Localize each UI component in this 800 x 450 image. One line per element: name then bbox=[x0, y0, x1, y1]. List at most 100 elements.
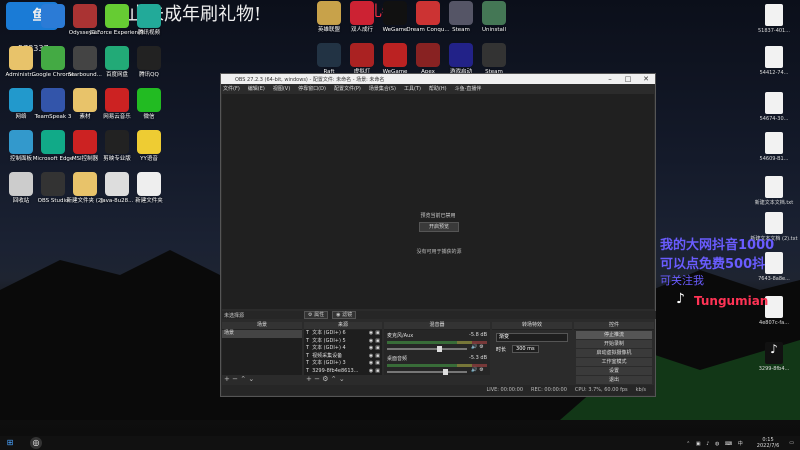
overlay-line-2: 可以点免费500抖 bbox=[660, 257, 766, 272]
desktop-icon-label: YY语音 bbox=[140, 156, 158, 162]
lock-icon[interactable]: ▣ bbox=[375, 353, 380, 361]
file-icon bbox=[765, 176, 783, 198]
menu-item[interactable]: 工具(T) bbox=[404, 85, 421, 92]
file-icon bbox=[765, 212, 783, 234]
scenes-dock: 场景 场景 + − ⌃ ⌄ bbox=[222, 322, 302, 384]
taskbar: ⊞ ◎ ⌃ ▣ ♪ ◍ ⌨ 中 0:15 2022/7/6 ▭ bbox=[0, 436, 800, 450]
lock-icon[interactable]: ▣ bbox=[375, 360, 380, 368]
preview-disabled-text: 预览当前已禁用 bbox=[420, 213, 456, 219]
control-button[interactable]: 工作室模式 bbox=[576, 358, 652, 366]
gear-icon[interactable]: ⚙ bbox=[322, 375, 328, 383]
source-item[interactable]: T 3299-8fb4e8613... ◉ ▣ bbox=[304, 368, 382, 376]
eye-icon[interactable]: ◉ bbox=[369, 345, 373, 353]
menu-item[interactable]: 场景集合(S) bbox=[369, 85, 396, 92]
obs-preview[interactable]: 预览当前已禁用 开启预览 没有可用于捕获的源 bbox=[222, 94, 654, 309]
eye-icon[interactable]: ◉ bbox=[369, 338, 373, 346]
control-button[interactable]: 开始录制 bbox=[576, 340, 652, 348]
control-button[interactable]: 启动虚拟摄像机 bbox=[576, 349, 652, 357]
filters-button[interactable]: ◉ 滤镜 bbox=[332, 311, 357, 319]
file-icon bbox=[765, 252, 783, 274]
lock-icon[interactable]: ▣ bbox=[375, 368, 380, 376]
obs-window: OBS 27.2.3 (64-bit, windows) - 配置文件: 未命名… bbox=[220, 73, 656, 397]
desktop-file-icon[interactable]: 新建文本文档.txt bbox=[750, 176, 798, 207]
desktop-file-icon[interactable]: 54412-74... bbox=[750, 46, 798, 77]
source-item[interactable]: T 文本 (GDI+) 6 ◉ ▣ bbox=[304, 330, 382, 338]
menu-item[interactable]: 编辑(E) bbox=[248, 85, 265, 92]
remove-icon[interactable]: − bbox=[314, 375, 320, 383]
file-icon bbox=[765, 4, 783, 26]
desktop-icon-video[interactable]: 腾讯视频 bbox=[120, 4, 178, 37]
gear-icon[interactable]: ⚙ bbox=[479, 344, 483, 350]
down-icon[interactable]: ⌄ bbox=[339, 375, 345, 383]
maximize-icon[interactable]: □ bbox=[619, 74, 637, 84]
volume-slider[interactable] bbox=[387, 345, 467, 352]
up-icon[interactable]: ⌃ bbox=[240, 375, 246, 383]
speaker-icon[interactable]: 🔊 bbox=[471, 344, 477, 350]
transitions-dock: 转场特效 渐变 时长 300 ms bbox=[492, 322, 572, 384]
desktop-file-icon[interactable]: ♪ 3299-8fb4... bbox=[750, 342, 798, 373]
desktop-icon-wechat[interactable]: 微信 bbox=[120, 88, 178, 121]
desktop-icon-qq[interactable]: 腾讯QQ bbox=[120, 46, 178, 79]
desktop-icon-top[interactable]: Steam bbox=[470, 43, 518, 76]
scenes-title: 场景 bbox=[222, 322, 302, 330]
source-item[interactable]: T 文本 (GDI+) 3 ◉ ▣ bbox=[304, 360, 382, 368]
gear-icon[interactable]: ⚙ bbox=[479, 367, 483, 373]
desktop-file-icon[interactable]: 54674-30... bbox=[750, 92, 798, 123]
minimize-icon[interactable]: – bbox=[601, 74, 619, 84]
cpu-status: CPU: 3.7%, 60.00 fps bbox=[574, 387, 628, 393]
overlay-line-3: 可关注我 bbox=[660, 274, 704, 287]
control-button[interactable]: 停止推流 bbox=[576, 331, 652, 339]
obs-taskbar-icon[interactable]: ◎ bbox=[30, 437, 42, 449]
close-icon[interactable]: ✕ bbox=[637, 74, 655, 84]
control-button[interactable]: 设置 bbox=[576, 367, 652, 375]
tray-icons[interactable]: ⌃ ▣ ♪ ◍ ⌨ 中 bbox=[686, 440, 745, 447]
menu-item[interactable]: 斗鱼-直播伴 bbox=[455, 85, 482, 92]
up-icon[interactable]: ⌃ bbox=[331, 375, 337, 383]
start-icon[interactable]: ⊞ bbox=[4, 437, 16, 449]
down-icon[interactable]: ⌄ bbox=[248, 375, 254, 383]
text-source-icon: T bbox=[306, 330, 310, 336]
menu-item[interactable]: 帮助(H) bbox=[429, 85, 447, 92]
lock-icon[interactable]: ▣ bbox=[375, 330, 380, 338]
obs-menubar: 文件(F) 编辑(E) 视图(V) 停靠窗口(D) 配置文件(P) 场景集合(S) 工具(T… bbox=[221, 84, 655, 93]
duration-input[interactable]: 300 ms bbox=[512, 345, 539, 353]
rec-status: REC: 00:00:00 bbox=[531, 387, 567, 393]
desktop-file-icon[interactable]: 51837-401... bbox=[750, 4, 798, 35]
transition-select[interactable]: 渐变 bbox=[496, 333, 568, 342]
eye-icon[interactable]: ◉ bbox=[369, 360, 373, 368]
duration-label: 时长 bbox=[496, 346, 507, 353]
menu-item[interactable]: 配置文件(P) bbox=[334, 85, 361, 92]
notification-icon[interactable]: ▭ bbox=[789, 440, 794, 446]
lock-icon[interactable]: ▣ bbox=[375, 345, 380, 353]
remove-icon[interactable]: − bbox=[232, 375, 238, 383]
volume-meter bbox=[387, 341, 487, 344]
obs-titlebar[interactable]: OBS 27.2.3 (64-bit, windows) - 配置文件: 未命名… bbox=[221, 74, 655, 84]
lock-icon[interactable]: ▣ bbox=[375, 338, 380, 346]
desktop-icon-label: 微信 bbox=[143, 114, 155, 120]
properties-button[interactable]: ⚙ 属性 bbox=[304, 311, 329, 319]
desktop-icon-yy[interactable]: YY语音 bbox=[120, 130, 178, 163]
add-icon[interactable]: + bbox=[224, 375, 230, 383]
eye-icon[interactable]: ◉ bbox=[369, 368, 373, 376]
eye-icon[interactable]: ◉ bbox=[369, 353, 373, 361]
scene-item[interactable]: 场景 bbox=[222, 330, 302, 338]
menu-item[interactable]: 文件(F) bbox=[223, 85, 240, 92]
sources-title: 来源 bbox=[304, 322, 382, 330]
volume-slider[interactable] bbox=[387, 368, 467, 375]
menu-item[interactable]: 视图(V) bbox=[273, 85, 290, 92]
menu-item[interactable]: 停靠窗口(D) bbox=[298, 85, 326, 92]
control-button[interactable]: 退出 bbox=[576, 376, 652, 384]
desktop-file-icon[interactable]: 54609-B1... bbox=[750, 132, 798, 163]
source-item[interactable]: T 文本 (GDI+) 5 ◉ ▣ bbox=[304, 338, 382, 346]
desktop-icon-label: 54609-B1... bbox=[759, 156, 789, 162]
speaker-icon[interactable]: 🔊 bbox=[471, 367, 477, 373]
text-source-icon: T bbox=[306, 360, 310, 366]
desktop-icon-top[interactable]: Uninstall bbox=[470, 1, 518, 34]
source-item[interactable]: T 视频采集设备 ◉ ▣ bbox=[304, 353, 382, 361]
source-item[interactable]: T 文本 (GDI+) 4 ◉ ▣ bbox=[304, 345, 382, 353]
source-name: 文本 (GDI+) 4 bbox=[312, 345, 346, 351]
add-icon[interactable]: + bbox=[306, 375, 312, 383]
desktop-icon-doc[interactable]: 新建文件夹 bbox=[120, 172, 178, 205]
start-preview-button[interactable]: 开启预览 bbox=[419, 222, 459, 232]
eye-icon[interactable]: ◉ bbox=[369, 330, 373, 338]
